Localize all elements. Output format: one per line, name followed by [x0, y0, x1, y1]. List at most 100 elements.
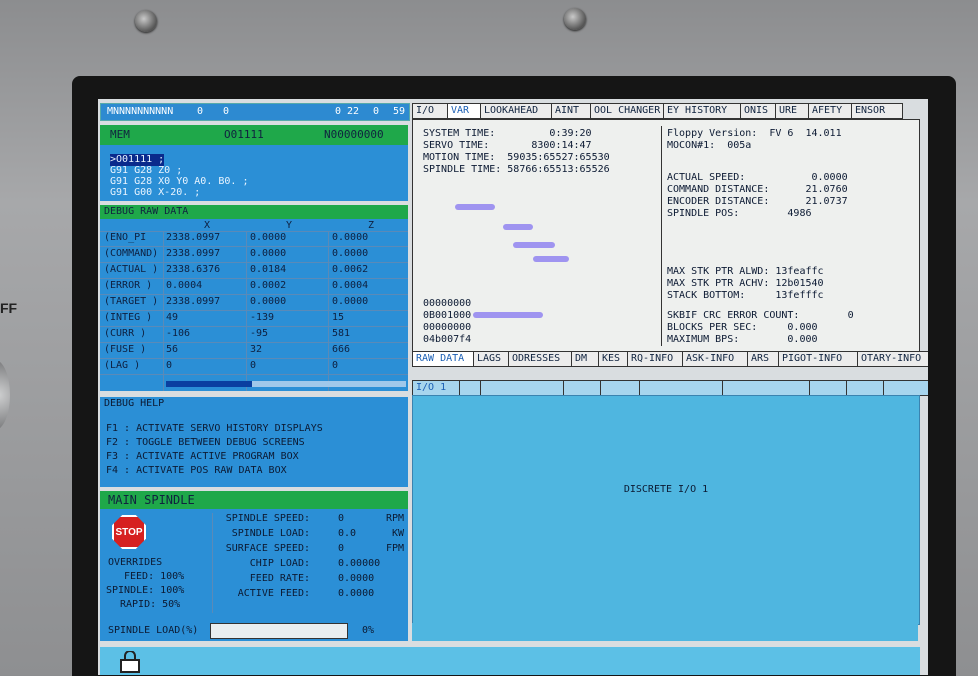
z-value: 0.0000 [332, 296, 369, 307]
sub-tab-0[interactable]: RAW DATA [412, 351, 474, 367]
hex-line: 00000000 [423, 322, 472, 333]
top-tab-2[interactable]: LOOKAHEAD [480, 103, 552, 119]
time-line: SPINDLE TIME: 58766:65513:65526 [423, 164, 610, 175]
x-value: 49 [166, 312, 179, 323]
debug-scrollbar[interactable] [166, 381, 406, 387]
io-tab-3[interactable] [563, 380, 601, 396]
x-value: 2338.0997 [166, 232, 221, 243]
spindle-stat-label: SPINDLE LOAD: [231, 528, 310, 539]
z-value: 666 [332, 344, 351, 355]
speed-line: ACTUAL SPEED: 0.0000 [667, 172, 848, 183]
redacted-mark [513, 242, 555, 248]
help-line-4: F4 : ACTIVATE POS RAW DATA BOX [106, 465, 287, 476]
top-tab-9[interactable]: ENSOR [851, 103, 903, 119]
spindle-load-label: SPINDLE LOAD(%) [108, 625, 199, 636]
debug-raw-title: DEBUG RAW DATA [104, 206, 189, 217]
io-tab-6[interactable] [722, 380, 810, 396]
stop-sign-icon: STOP [112, 515, 146, 549]
bps-line: MAXIMUM BPS: 0.000 [667, 334, 818, 345]
io-tab-5[interactable] [639, 380, 723, 396]
debug-raw-header: DEBUG RAW DATA [100, 205, 408, 219]
row-label: (INTEG ) [104, 312, 153, 323]
main-spindle-title: MAIN SPINDLE [108, 493, 195, 507]
top-tab-5[interactable]: EY HISTORY [663, 103, 741, 119]
time-line: SERVO TIME: 8300:14:47 [423, 140, 592, 151]
top-tab-0[interactable]: I/O [412, 103, 448, 119]
active-program-box[interactable]: >O01111 ; G91 G28 Z0 ; G91 G28 X0 Y0 A0.… [100, 145, 408, 201]
hex-line: 0B001000 [423, 310, 472, 321]
x-value: 2338.0997 [166, 248, 221, 259]
io-tab-4[interactable] [600, 380, 640, 396]
column-y: Y [286, 220, 293, 231]
time-line: MOTION TIME: 59035:65527:65530 [423, 152, 610, 163]
io-tab-9[interactable] [883, 380, 928, 396]
table-row: (CURR ) -106 -95 581 [100, 327, 408, 343]
divider [212, 513, 213, 613]
sub-tab-4[interactable]: KES [598, 351, 628, 367]
spindle-stat-unit: KW [391, 528, 404, 539]
y-value: 0.0000 [250, 248, 287, 259]
sub-tab-5[interactable]: RQ-INFO [627, 351, 683, 367]
row-label: (ACTUAL ) [104, 264, 159, 275]
redacted-mark [455, 204, 495, 210]
sub-tab-3[interactable]: DM [571, 351, 599, 367]
status-b: 0 [223, 106, 230, 117]
io-tab-1[interactable] [459, 380, 481, 396]
sub-tab-9[interactable]: OTARY-INFO [857, 351, 928, 367]
top-tab-4[interactable]: OOL CHANGER [590, 103, 664, 119]
stack-line: MAX STK PTR ACHV: 12b01540 [667, 278, 824, 289]
y-value: 0.0002 [250, 280, 287, 291]
row-label: (LAG ) [104, 360, 141, 371]
io-tab-7[interactable] [809, 380, 847, 396]
top-tab-3[interactable]: AINT [551, 103, 591, 119]
spindle-stat-label: SURFACE SPEED: [225, 543, 310, 554]
top-tab-6[interactable]: ONIS [740, 103, 776, 119]
version-line: MOCON#1: 005a [667, 140, 752, 151]
spindle-stat-value: 0.0000 [338, 573, 375, 584]
stack-line: STACK BOTTOM: 13fefffc [667, 290, 824, 301]
knob [0, 360, 10, 430]
z-value: 0.0004 [332, 280, 369, 291]
y-value: 0.0000 [250, 296, 287, 307]
io-tab-2[interactable] [480, 380, 564, 396]
main-spindle-header: MAIN SPINDLE [100, 491, 408, 509]
top-tab-8[interactable]: AFETY [808, 103, 852, 119]
io-tab-0[interactable]: I/O 1 [412, 380, 460, 396]
help-line-2: F2 : TOGGLE BETWEEN DEBUG SCREENS [106, 437, 305, 448]
status-bar: MNNNNNNNNNN 0 0 0 22 0 59 [100, 103, 410, 121]
speed-line: SPINDLE POS: 4986 [667, 208, 812, 219]
speed-line: COMMAND DISTANCE: 21.0760 [667, 184, 848, 195]
io-center-label: DISCRETE I/O 1 [623, 484, 709, 495]
sub-tab-8[interactable]: PIGOT-INFO [778, 351, 858, 367]
hex-line: 00000000 [423, 298, 472, 309]
lock-icon[interactable] [118, 651, 142, 673]
y-value: 0 [250, 360, 257, 371]
y-value: 0.0000 [250, 232, 287, 243]
top-tab-1[interactable]: VAR [447, 103, 481, 119]
sub-tab-7[interactable]: ARS [747, 351, 779, 367]
sub-tab-2[interactable]: ODRESSES [508, 351, 572, 367]
x-value: 2338.6376 [166, 264, 221, 275]
sub-tab-1[interactable]: LAGS [473, 351, 509, 367]
scrollbar-thumb[interactable] [166, 381, 252, 387]
top-tab-7[interactable]: URE [775, 103, 809, 119]
row-label: (CURR ) [104, 328, 147, 339]
redacted-mark [503, 224, 533, 230]
spindle-stat-label: ACTIVE FEED: [237, 588, 310, 599]
top-tab-bar: I/O VAR LOOKAHEAD AINT OOL CHANGER EY HISTORY… [412, 103, 903, 119]
redacted-mark [473, 312, 543, 318]
sub-tab-6[interactable]: ASK-INFO [682, 351, 748, 367]
row-label: (ENO_PI [104, 232, 147, 243]
spindle-load-bar [210, 623, 348, 639]
spindle-stat-unit: RPM [385, 513, 404, 524]
help-line-1: F1 : ACTIVATE SERVO HISTORY DISPLAYS [106, 423, 323, 434]
help-line-3: F3 : ACTIVATE ACTIVE PROGRAM BOX [106, 451, 299, 462]
program-number: O01111 [224, 128, 264, 141]
table-row: (ERROR ) 0.0004 0.0002 0.0004 [100, 279, 408, 295]
table-row: (ACTUAL ) 2338.6376 0.0184 0.0062 [100, 263, 408, 279]
spindle-stat-value: 0.00000 [338, 558, 381, 569]
z-value: 0.0000 [332, 232, 369, 243]
io-tab-8[interactable] [846, 380, 884, 396]
debug-help-header: DEBUG HELP [100, 397, 408, 411]
row-label: (COMMAND) [104, 248, 159, 259]
